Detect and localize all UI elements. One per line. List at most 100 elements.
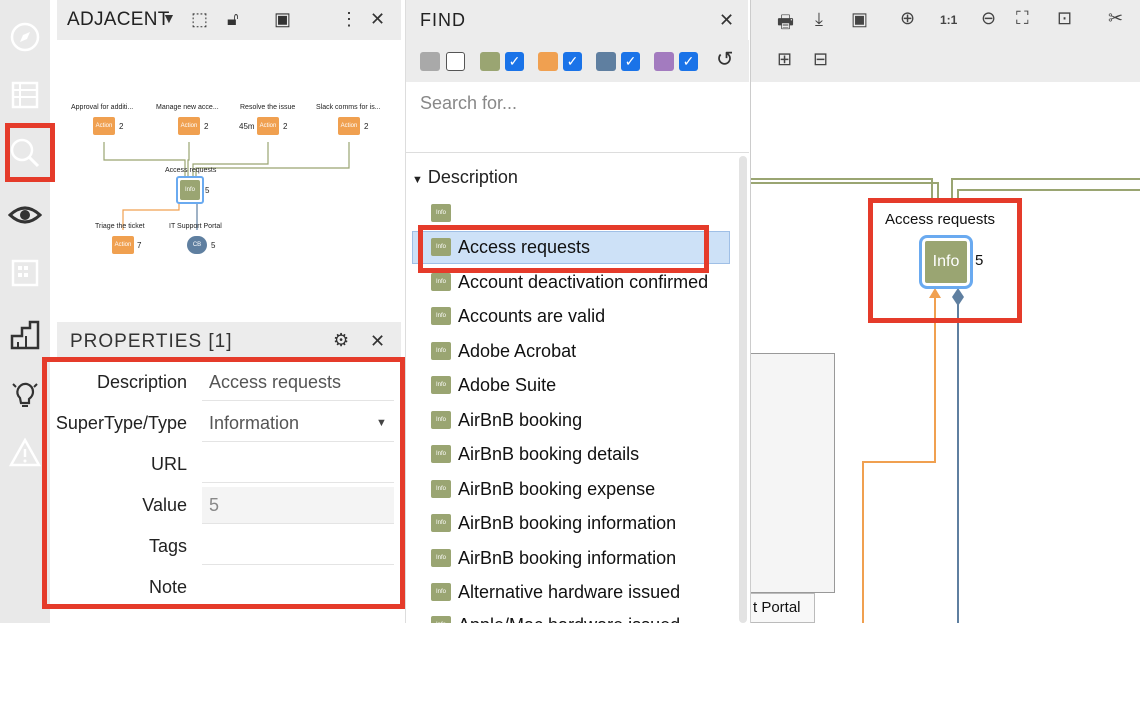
result-label: Apple/Mac hardware issued [458,615,680,623]
filter-swatch-info [480,52,500,71]
info-icon: Info [431,514,451,532]
lightbulb-icon[interactable] [5,375,45,415]
divider [406,152,749,153]
zoom-reset-button[interactable]: 1:1 [940,13,957,27]
expand-icon[interactable]: ⊞ [777,49,792,70]
adj-node-label: Triage the ticket [95,223,145,230]
more-menu-icon[interactable]: ⋮ [340,9,358,30]
filter-checkbox-action[interactable]: ✓ [563,52,582,71]
compass-icon[interactable] [5,17,45,57]
info-icon: Info [431,549,451,567]
info-icon: Info [431,376,451,394]
result-label: Adobe Suite [458,375,557,395]
result-label: AirBnB booking expense [458,479,656,499]
reset-icon[interactable]: ↺ [716,47,734,72]
group-header-description[interactable]: ▼ Description [412,167,518,188]
info-icon: Info [431,411,451,429]
result-label: AirBnB booking information [458,548,677,568]
adj-cloud-node[interactable]: CB [187,236,207,254]
find-panel: FIND ✕ ✓ ✓ ✓ ✓ ↺ Search for... ▼ Descrip… [405,0,749,623]
adj-node-count: 5 [205,186,210,195]
canvas-toolbar: 🖶 ⤓ ▣ ⊕ 1:1 ⊖ ⛶ ⊡ ✂ ⊞ ⊟ [751,0,1140,82]
result-label: Accounts are valid [458,306,606,326]
result-item[interactable]: Info AirBnB booking information [430,544,730,574]
result-item[interactable]: Info Accounts are valid [430,302,730,332]
properties-header: PROPERTIES [1] ⚙ ✕ [57,322,401,362]
adjacent-title[interactable]: ADJACENT [67,9,170,31]
result-item[interactable]: Info Apple/Mac hardware issued [430,611,730,623]
cut-icon[interactable]: ✂ [1108,8,1123,29]
result-label: AirBnB booking information [458,513,677,533]
adj-node-count: 5 [211,241,216,250]
result-item[interactable]: Info Adobe Suite [430,371,730,401]
zoom-out-icon[interactable]: ⊖ [981,8,996,29]
result-item[interactable]: Info Adobe Acrobat [430,337,730,367]
adj-node-label: Resolve the issue [240,104,296,111]
result-label: Account deactivation confirmed [458,272,709,292]
properties-panel: PROPERTIES [1] ⚙ ✕ Description Access re… [42,322,405,623]
find-header: FIND ✕ [406,0,748,40]
info-icon: Info [431,616,451,623]
partial-node-box[interactable] [751,353,835,593]
result-item[interactable]: Info AirBnB booking expense [430,475,730,505]
find-type-filters: ✓ ✓ ✓ ✓ ↺ [406,40,749,82]
result-highlight [418,225,709,273]
download-icon[interactable]: ⤓ [815,9,823,30]
image-icon[interactable]: ▣ [851,9,868,30]
table-icon[interactable] [5,75,45,115]
adj-node-label: Manage new acce... [156,104,219,111]
info-icon: Info [431,273,451,291]
result-item[interactable]: Info Alternative hardware issued [430,578,730,608]
canvas-portal-node[interactable]: t Portal [751,593,815,623]
adjacent-panel: ADJACENT ▼ ⬚ 🔓︎ ▣ ⋮ ✕ Approval for addit… [57,0,401,322]
adj-action-node[interactable]: Action [93,117,115,135]
adj-action-node[interactable]: Action [257,117,279,135]
adj-action-node[interactable]: Action [112,236,134,254]
close-icon[interactable]: ✕ [370,331,385,352]
canvas-node-highlight [868,198,1022,323]
adj-action-node[interactable]: Action [178,117,200,135]
fit-screen-icon[interactable]: ⛶ [1016,8,1029,29]
filter-checkbox-info[interactable]: ✓ [505,52,524,71]
info-icon: Info [431,583,451,601]
result-item[interactable]: Info AirBnB booking [430,406,730,436]
filter-swatch-grey [420,52,440,71]
main-canvas[interactable]: 🖶 ⤓ ▣ ⊕ 1:1 ⊖ ⛶ ⊡ ✂ ⊞ ⊟ Access requests … [750,0,1140,623]
settings-icon[interactable]: ⚙ [333,330,349,351]
result-label: AirBnB booking [458,410,583,430]
filter-swatch-role [654,52,674,71]
select-cursor-icon[interactable]: ⬚ [191,9,208,30]
zoom-in-icon[interactable]: ⊕ [900,8,915,29]
result-item[interactable]: Info AirBnB booking details [430,440,730,470]
info-icon: Info [431,445,451,463]
layout-icon[interactable] [5,315,45,355]
search-input[interactable]: Search for... [420,93,517,114]
adj-info-node[interactable]: Info [180,180,200,200]
eye-icon[interactable] [5,195,45,235]
adj-node-label: Slack comms for is... [316,104,381,111]
collapse-icon[interactable]: ⊟ [813,49,828,70]
warning-icon[interactable] [5,433,45,473]
adj-node-label: Access requests [165,167,217,174]
close-icon[interactable]: ✕ [370,9,385,30]
unlock-icon[interactable]: 🔓︎ [227,9,239,30]
caret-down-icon: ▼ [412,174,423,186]
adjacent-graph[interactable]: Approval for additi... Action 2 Manage n… [57,40,401,322]
filter-checkbox-role[interactable]: ✓ [679,52,698,71]
filter-swatch-system [596,52,616,71]
scrollbar[interactable] [739,156,747,623]
result-item[interactable]: Info AirBnB booking information [430,509,730,539]
info-icon: Info [431,480,451,498]
adj-action-node[interactable]: Action [338,117,360,135]
print-icon[interactable]: 🖶 [777,10,794,40]
adj-node-label: IT Support Portal [169,223,222,230]
close-icon[interactable]: ✕ [719,10,734,31]
find-title: FIND [420,10,466,30]
dropdown-caret-icon[interactable]: ▼ [162,10,176,26]
image-icon[interactable]: ▣ [274,9,291,30]
filter-checkbox-grey[interactable] [446,52,465,71]
fit-selection-icon[interactable]: ⊡ [1057,8,1072,29]
adj-node-duration: 45m [239,122,255,131]
filter-checkbox-system[interactable]: ✓ [621,52,640,71]
grid-icon[interactable] [5,253,45,293]
